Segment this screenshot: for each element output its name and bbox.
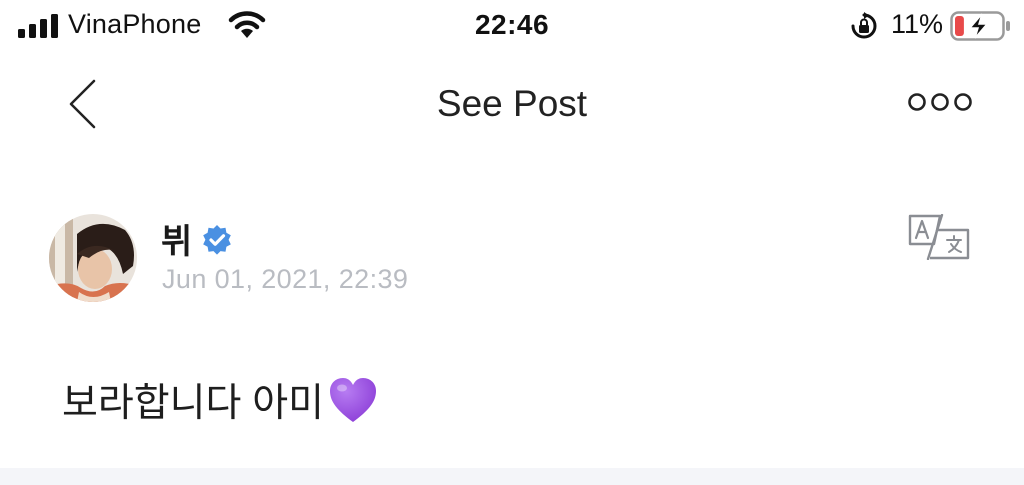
- author-row: 뷔: [161, 214, 233, 263]
- battery-charging-icon: [950, 11, 1010, 41]
- post-text: 보라합니다 아미: [62, 382, 324, 425]
- purple-heart-icon: [330, 378, 376, 422]
- post-body: 보라합니다 아미: [62, 372, 378, 428]
- author-name[interactable]: 뷔: [161, 214, 192, 263]
- more-options-icon[interactable]: [905, 90, 975, 114]
- bottom-divider: [0, 468, 1024, 485]
- battery-percentage: 11%: [891, 9, 944, 39]
- post-timestamp: Jun 01, 2021, 22:39: [162, 264, 409, 294]
- rotation-lock-icon: [851, 12, 877, 39]
- status-bar: VinaPhone 22:46 11%: [0, 0, 1024, 52]
- avatar-image: [49, 214, 137, 302]
- post-screen: VinaPhone 22:46 11% See Post 뷔 Jun 01, 2…: [0, 0, 1024, 485]
- nav-bar: See Post: [0, 52, 1024, 156]
- verified-badge-icon: [203, 224, 232, 255]
- avatar[interactable]: [49, 214, 137, 302]
- page-title: See Post: [436, 83, 588, 124]
- translate-icon[interactable]: [906, 214, 972, 260]
